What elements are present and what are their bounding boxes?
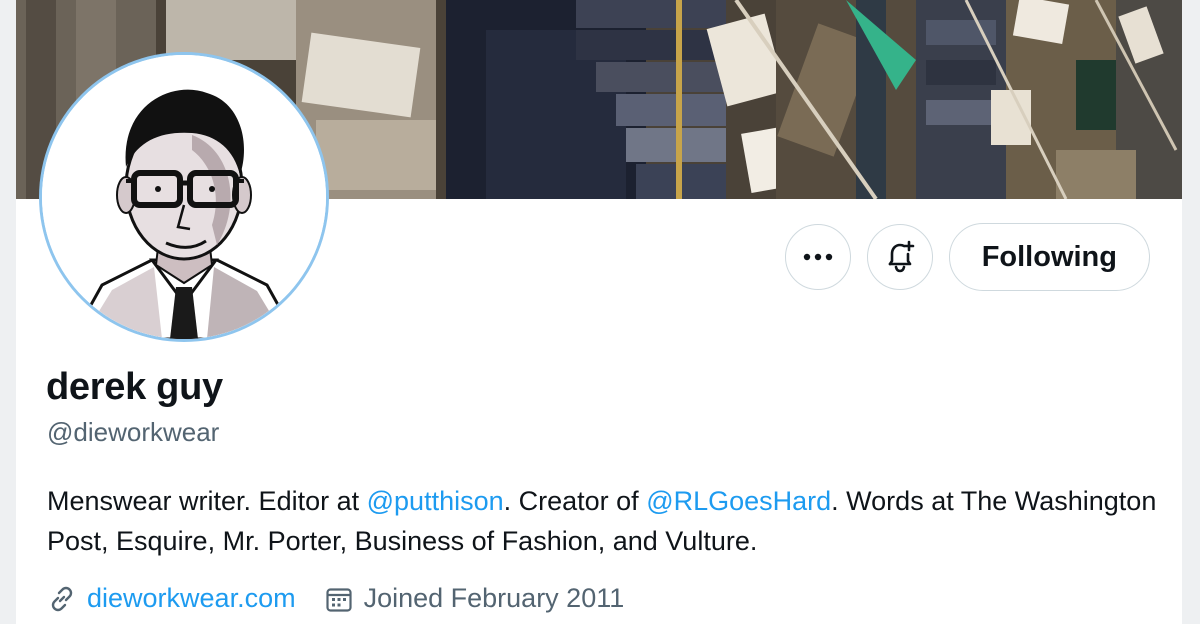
website-link[interactable]: dieworkwear.com [87,583,296,614]
profile-bio: Menswear writer. Editor at @putthison. C… [47,481,1157,561]
joined-item: Joined February 2011 [324,583,625,614]
bio-text: Menswear writer. Editor at [47,486,367,516]
user-handle: @dieworkwear [47,417,220,447]
profile-actions: Following [784,223,1150,291]
joined-date: Joined February 2011 [363,583,625,613]
bell-plus-icon [888,240,914,273]
more-horizontal-icon [803,253,832,261]
bio-text: . Creator of [503,486,647,516]
website-item: dieworkwear.com [47,583,296,614]
mention-link-putthison[interactable]: @putthison [367,486,504,516]
link-icon [47,584,77,614]
avatar[interactable] [42,55,326,339]
following-button[interactable]: Following [948,223,1150,291]
profile-card: Following derek guy @dieworkwear Menswea… [16,0,1182,624]
calendar-icon [324,584,354,614]
display-name: derek guy [46,366,223,408]
notifications-button[interactable] [866,224,933,290]
avatar-illustration [42,55,326,339]
mention-link-rlgoeshard[interactable]: @RLGoesHard [646,486,831,516]
profile-meta: dieworkwear.com Joined February 2011 [47,583,652,614]
more-button[interactable] [784,224,851,290]
